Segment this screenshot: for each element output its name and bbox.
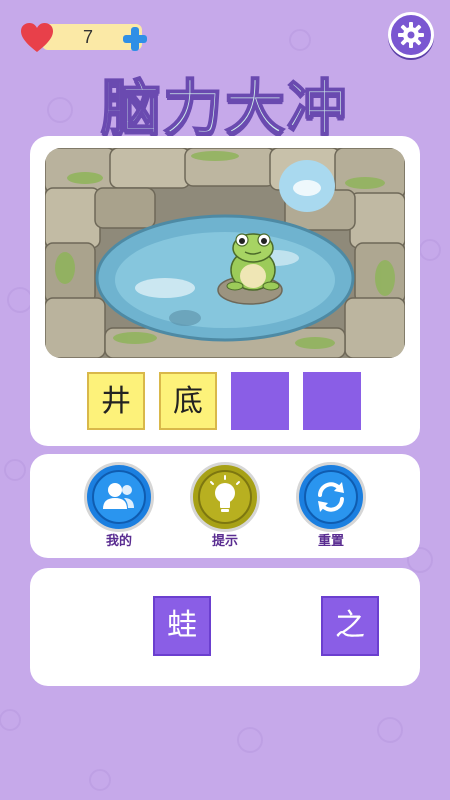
my-button[interactable]: 我的 <box>80 462 158 549</box>
lives-counter: 7 <box>20 20 148 54</box>
answer-slot[interactable] <box>303 372 361 430</box>
my-label: 我的 <box>105 534 132 549</box>
answer-slot[interactable]: 井 <box>87 372 145 430</box>
tools-card: 我的 提示 重置 <box>30 454 420 558</box>
reset-button[interactable]: 重置 <box>292 462 370 549</box>
letter-tile[interactable]: 蛙 <box>153 596 211 656</box>
game-title: 脑力大冲 <box>100 73 349 145</box>
lives-count: 7 <box>82 27 93 47</box>
letter-tile[interactable]: 之 <box>321 596 379 656</box>
letter-bank: 蛙 之 <box>30 568 420 686</box>
refresh-icon <box>304 470 358 524</box>
answer-slots: 井 底 <box>85 372 385 434</box>
hint-button[interactable]: 提示 <box>186 462 264 549</box>
hint-label: 提示 <box>211 534 238 549</box>
lightbulb-icon <box>198 470 252 524</box>
heart-icon <box>21 23 53 52</box>
reset-label: 重置 <box>317 534 344 549</box>
answer-slot[interactable] <box>231 372 289 430</box>
settings-button[interactable] <box>388 12 434 58</box>
plus-icon[interactable] <box>122 26 148 52</box>
puzzle-card: 井 底 <box>30 136 420 446</box>
users-icon <box>92 470 146 524</box>
answer-slot[interactable]: 底 <box>159 372 217 430</box>
puzzle-image <box>45 148 405 358</box>
gear-icon <box>398 22 424 48</box>
